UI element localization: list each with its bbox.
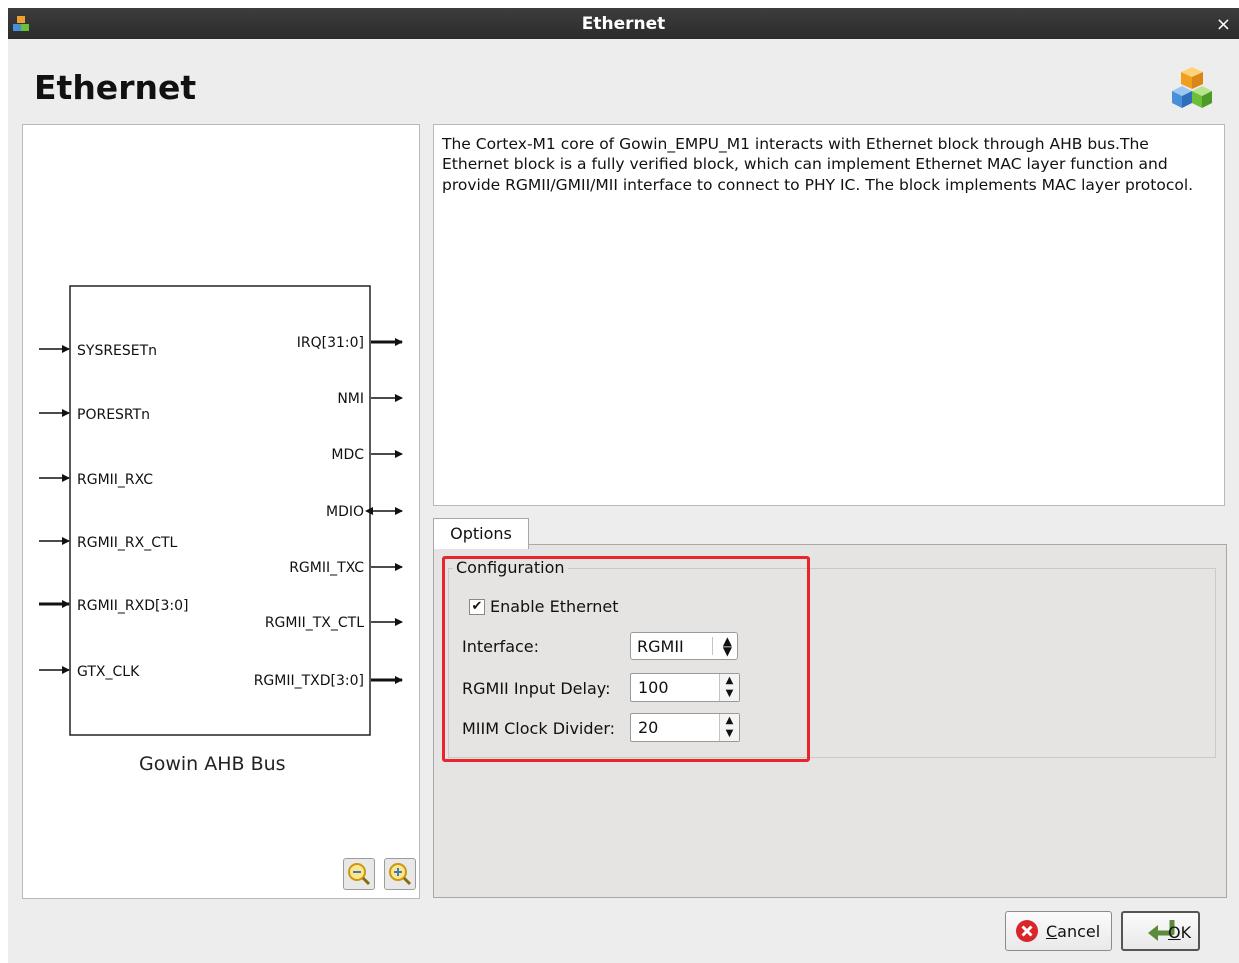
rgmii-input-delay-value: 100 xyxy=(638,678,669,697)
input-port-gtx-clk: GTX_CLK xyxy=(77,664,140,680)
close-icon[interactable]: × xyxy=(1216,14,1231,35)
description-text: The Cortex-M1 core of Gowin_EMPU_M1 inte… xyxy=(433,124,1225,506)
output-port-rgmii-txc: RGMII_TXC xyxy=(289,560,364,576)
block-diagram: SYSRESETn PORESRTn RGMII_RXC RGMII_RX_CT… xyxy=(39,285,403,736)
input-port-sysresetn: SYSRESETn xyxy=(77,343,157,359)
rgmii-input-delay-spinbox[interactable]: 100 ▲ ▼ xyxy=(630,673,740,702)
dialog-window: Ethernet × Ethernet SYSRESETn PORESRTn R… xyxy=(8,8,1239,963)
interface-label: Interface: xyxy=(462,637,540,656)
input-port-rgmii-rx-ctl: RGMII_RX_CTL xyxy=(77,535,178,551)
enable-ethernet-checkbox[interactable]: ✔ xyxy=(469,599,485,615)
input-port-rgmii-rxd: RGMII_RXD[3:0] xyxy=(77,598,188,614)
colored-cubes-icon xyxy=(1172,67,1212,108)
zoom-out-icon xyxy=(348,863,371,886)
options-pane: Configuration ✔ Enable Ethernet Interfac… xyxy=(433,544,1227,898)
output-port-nmi: NMI xyxy=(337,391,364,407)
zoom-in-icon xyxy=(389,863,412,886)
tab-options[interactable]: Options xyxy=(433,518,529,549)
cancel-icon xyxy=(1016,920,1038,942)
cancel-label: ancel xyxy=(1057,922,1101,941)
ok-label: K xyxy=(1180,923,1192,942)
block-name-label: Gowin AHB Bus xyxy=(139,753,286,775)
input-port-poresrtn: PORESRTn xyxy=(77,407,150,423)
output-port-mdio: MDIO xyxy=(326,504,364,520)
updown-arrows-icon: ▲ ▼ xyxy=(722,634,732,658)
interface-value: RGMII xyxy=(637,637,684,656)
interface-select[interactable]: RGMII ▲ ▼ xyxy=(630,632,738,660)
miim-clock-divider-spinbox[interactable]: 20 ▲ ▼ xyxy=(630,713,740,742)
output-port-irq: IRQ[31:0] xyxy=(297,335,364,351)
miim-clock-divider-value: 20 xyxy=(638,718,659,737)
miim-clock-divider-label: MIIM Clock Divider: xyxy=(462,719,616,738)
output-port-rgmii-txd: RGMII_TXD[3:0] xyxy=(254,673,364,689)
rgmii-input-delay-label: RGMII Input Delay: xyxy=(462,679,611,698)
ok-button[interactable]: OK xyxy=(1121,911,1200,951)
input-port-rgmii-rxc: RGMII_RXC xyxy=(77,472,153,488)
output-port-rgmii-tx-ctl: RGMII_TX_CTL xyxy=(265,615,364,631)
cancel-button[interactable]: Cancel xyxy=(1005,911,1112,951)
cancel-mnemonic: C xyxy=(1046,922,1058,941)
spin-arrows-icon[interactable]: ▲ ▼ xyxy=(719,714,739,741)
enable-ethernet-label[interactable]: Enable Ethernet xyxy=(490,597,619,616)
ok-mnemonic: O xyxy=(1168,923,1181,942)
window-title: Ethernet xyxy=(581,14,666,34)
page-title: Ethernet xyxy=(34,68,197,107)
title-bar[interactable]: Ethernet × xyxy=(8,8,1239,39)
output-port-mdc: MDC xyxy=(331,447,364,463)
spin-arrows-icon[interactable]: ▲ ▼ xyxy=(719,674,739,701)
zoom-in-button[interactable] xyxy=(384,858,416,890)
zoom-out-button[interactable] xyxy=(343,858,375,890)
diagram-panel: SYSRESETn PORESRTn RGMII_RXC RGMII_RX_CT… xyxy=(22,124,420,899)
